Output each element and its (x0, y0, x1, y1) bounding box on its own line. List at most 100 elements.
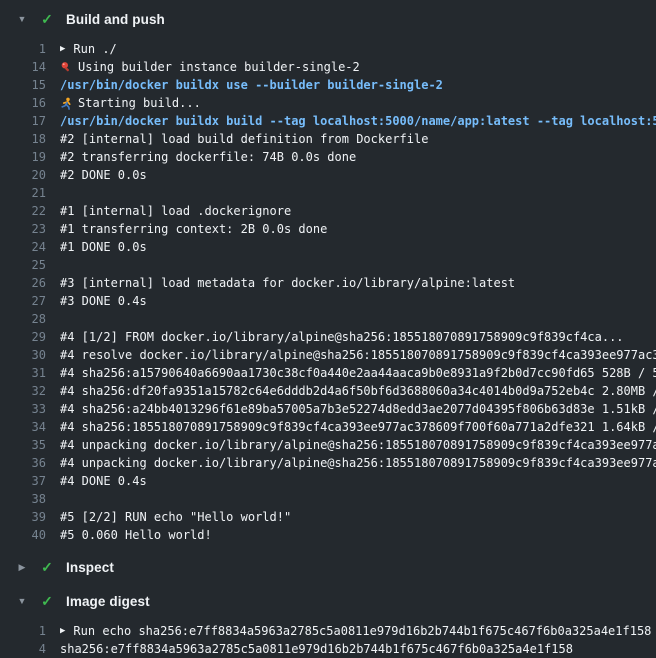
line-number[interactable]: 28 (0, 312, 46, 326)
log-text: Run ./ (73, 42, 116, 56)
line-number[interactable]: 27 (0, 294, 46, 308)
log-line: 30 #4 resolve docker.io/library/alpine@sh… (0, 346, 656, 364)
log-line: 1 ▶ Run echo sha256:e7ff8834a5963a2785c5a0… (0, 622, 656, 640)
log-line-text: Using builder instance builder-single-2 (60, 60, 360, 74)
line-number[interactable]: 35 (0, 438, 46, 452)
line-number[interactable]: 29 (0, 330, 46, 344)
line-number[interactable]: 32 (0, 384, 46, 398)
log-text: #2 [internal] load build definition from… (60, 132, 428, 146)
log-line-text: #4 resolve docker.io/library/alpine@sha2… (60, 348, 656, 362)
log-line: 31 #4 sha256:a15790640a6690aa1730c38cf0a4… (0, 364, 656, 382)
line-number[interactable]: 40 (0, 528, 46, 542)
line-number[interactable]: 34 (0, 420, 46, 434)
chevron-down-icon[interactable]: ▼ (12, 597, 32, 606)
line-number[interactable]: 17 (0, 114, 46, 128)
log-line-text: #2 transferring dockerfile: 74B 0.0s don… (60, 150, 356, 164)
log-line: 21 (0, 184, 656, 202)
check-success-icon: ✓ (38, 560, 56, 574)
line-number[interactable]: 20 (0, 168, 46, 182)
log-line-text: #1 [internal] load .dockerignore (60, 204, 291, 218)
line-number[interactable]: 33 (0, 402, 46, 416)
log-line: 20#2 DONE 0.0s (0, 166, 656, 184)
line-number[interactable]: 30 (0, 348, 46, 362)
line-number[interactable]: 26 (0, 276, 46, 290)
log-line: 1 ▶ Run ./ (0, 40, 656, 58)
log-line-text: #4 sha256:a24bb4013296f61e89ba57005a7b3e… (60, 402, 656, 416)
log-line: 14 Using builder instance builder-single-… (0, 58, 656, 76)
section-title: Inspect (66, 560, 114, 575)
log-line: 36 #4 unpacking docker.io/library/alpine@… (0, 454, 656, 472)
log-text: Run echo sha256:e7ff8834a5963a2785c5a081… (73, 624, 651, 638)
line-number[interactable]: 19 (0, 150, 46, 164)
log-text: #4 resolve docker.io/library/alpine@sha2… (60, 348, 656, 362)
runner-icon (60, 97, 73, 110)
log-line: 39 #5 [2/2] RUN echo "Hello world!" (0, 508, 656, 526)
log-line: 22 #1 [internal] load .dockerignore (0, 202, 656, 220)
log-line: 29#4 [1/2] FROM docker.io/library/alpine… (0, 328, 656, 346)
line-number[interactable]: 22 (0, 204, 46, 218)
line-number[interactable]: 25 (0, 258, 46, 272)
group-toggle-icon[interactable]: ▶ (60, 44, 65, 54)
section-header-image-digest[interactable]: ▼✓Image digest (0, 588, 656, 614)
section-header-inspect[interactable]: ▶ ✓ Inspect (0, 554, 656, 580)
log-line: 18 #2 [internal] load build definition fr… (0, 130, 656, 148)
log-line: 33 #4 sha256:a24bb4013296f61e89ba57005a7b… (0, 400, 656, 418)
line-number[interactable]: 18 (0, 132, 46, 146)
log-line-text: sha256:e7ff8834a5963a2785c5a0811e979d16b… (60, 642, 573, 656)
log-line-text: #4 DONE 0.4s (60, 474, 147, 488)
line-number[interactable]: 4 (0, 642, 46, 656)
log-text: Using builder instance builder-single-2 (78, 60, 360, 74)
chevron-down-icon[interactable]: ▼ (12, 15, 32, 24)
line-number[interactable]: 38 (0, 492, 46, 506)
section-header-build-and-push[interactable]: ▼ ✓ Build and push (0, 6, 656, 32)
log-text: #4 unpacking docker.io/library/alpine@sh… (60, 438, 656, 452)
chevron-right-icon[interactable]: ▶ (12, 563, 32, 572)
line-number[interactable]: 39 (0, 510, 46, 524)
log-lines-image-digest: 1 ▶ Run echo sha256:e7ff8834a5963a2785c5a0… (0, 622, 656, 658)
line-number[interactable]: 1 (0, 624, 46, 638)
section-spacer (0, 580, 656, 588)
log-line-text: #2 [internal] load build definition from… (60, 132, 428, 146)
log-text: sha256:e7ff8834a5963a2785c5a0811e979d16b… (60, 642, 573, 656)
log-line: 19 #2 transferring dockerfile: 74B 0.0s d… (0, 148, 656, 166)
section-title: Build and push (66, 12, 165, 27)
log-line: 17/usr/bin/docker buildx build --tag loc… (0, 112, 656, 130)
log-line: 34#4 sha256:185518070891758909c9f839cf4c… (0, 418, 656, 436)
line-number[interactable]: 1 (0, 42, 46, 56)
log-line-text: #4 unpacking docker.io/library/alpine@sh… (60, 456, 656, 470)
log-line-text: ▶ Run echo sha256:e7ff8834a5963a2785c5a08… (60, 624, 651, 638)
line-number[interactable]: 36 (0, 456, 46, 470)
log-line: 24#1 DONE 0.0s (0, 238, 656, 256)
line-number[interactable]: 23 (0, 222, 46, 236)
log-line: 28 (0, 310, 656, 328)
log-line-text: #3 DONE 0.4s (60, 294, 147, 308)
line-number[interactable]: 31 (0, 366, 46, 380)
log-line-text: /usr/bin/docker buildx build --tag local… (60, 114, 656, 128)
log-line: 23 #1 transferring context: 2B 0.0s done (0, 220, 656, 238)
line-number[interactable]: 15 (0, 78, 46, 92)
line-number[interactable]: 14 (0, 60, 46, 74)
line-number[interactable]: 21 (0, 186, 46, 200)
log-line: 16 Starting build... (0, 94, 656, 112)
log-line-text: ▶ Run ./ (60, 42, 117, 56)
line-number[interactable]: 16 (0, 96, 46, 110)
check-success-icon: ✓ (38, 594, 56, 608)
log-line: 40 #5 0.060 Hello world! (0, 526, 656, 544)
log-line-text: Starting build... (60, 96, 201, 110)
log-line-text: #4 sha256:a15790640a6690aa1730c38cf0a440… (60, 366, 656, 380)
log-line: 32#4 sha256:df20fa9351a15782c64e6dddb2d4… (0, 382, 656, 400)
log-text: /usr/bin/docker buildx build --tag local… (60, 114, 656, 128)
log-text: #4 DONE 0.4s (60, 474, 147, 488)
log-line-text: #1 transferring context: 2B 0.0s done (60, 222, 327, 236)
line-number[interactable]: 24 (0, 240, 46, 254)
log-text: #3 DONE 0.4s (60, 294, 147, 308)
log-line-text: #4 unpacking docker.io/library/alpine@sh… (60, 438, 656, 452)
line-number[interactable]: 37 (0, 474, 46, 488)
group-toggle-icon[interactable]: ▶ (60, 626, 65, 636)
log-text: #4 sha256:a15790640a6690aa1730c38cf0a440… (60, 366, 656, 380)
log-line-text: #5 [2/2] RUN echo "Hello world!" (60, 510, 291, 524)
log-line: 4 sha256:e7ff8834a5963a2785c5a0811e979d16… (0, 640, 656, 658)
log-text: #3 [internal] load metadata for docker.i… (60, 276, 515, 290)
check-success-icon: ✓ (38, 12, 56, 26)
log-text: #5 0.060 Hello world! (60, 528, 212, 542)
